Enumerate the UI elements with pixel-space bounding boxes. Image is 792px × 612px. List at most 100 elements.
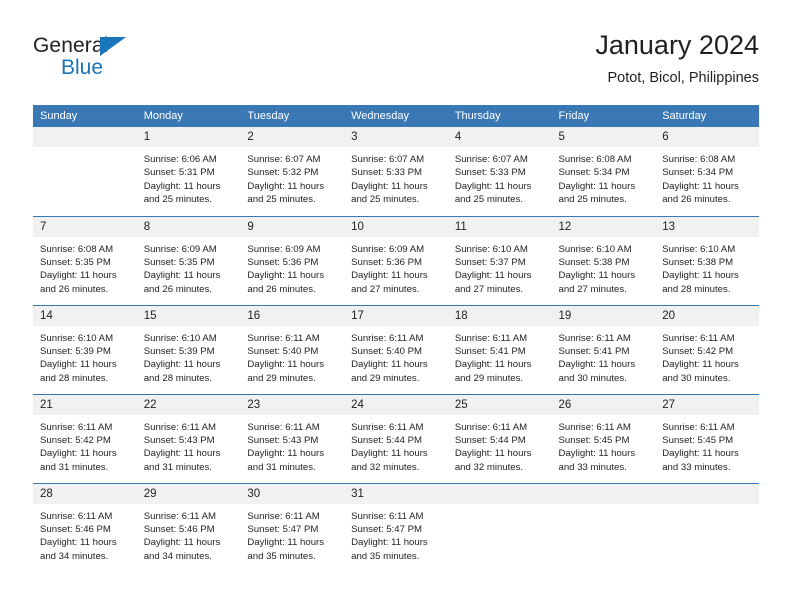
calendar-day-cell[interactable]: 12 Sunrise: 6:10 AM Sunset: 5:38 PM Dayl…	[551, 215, 656, 305]
sunrise-text: Sunrise: 6:11 AM	[351, 510, 424, 522]
day-number: 17	[344, 305, 448, 326]
day-info: Sunrise: 6:11 AM Sunset: 5:42 PM Dayligh…	[655, 326, 759, 386]
day-number: 16	[240, 305, 345, 326]
day-info: Sunrise: 6:11 AM Sunset: 5:46 PM Dayligh…	[137, 504, 241, 564]
sunrise-text: Sunrise: 6:11 AM	[247, 510, 320, 522]
calendar-day-cell[interactable]: 31 Sunrise: 6:11 AM Sunset: 5:47 PM Dayl…	[344, 482, 448, 572]
calendar-day-cell[interactable]: 17 Sunrise: 6:11 AM Sunset: 5:40 PM Dayl…	[344, 304, 448, 394]
daylight-text-1: Daylight: 11 hours	[351, 448, 428, 460]
daylight-text-2: and 28 minutes.	[40, 372, 109, 384]
day-number	[447, 483, 552, 504]
sunset-text: Sunset: 5:34 PM	[558, 167, 630, 179]
calendar-day-cell[interactable]: 16 Sunrise: 6:11 AM Sunset: 5:40 PM Dayl…	[240, 304, 345, 394]
day-info: Sunrise: 6:10 AM Sunset: 5:37 PM Dayligh…	[448, 237, 552, 297]
day-number: 5	[551, 127, 656, 147]
day-info: Sunrise: 6:09 AM Sunset: 5:36 PM Dayligh…	[344, 237, 448, 297]
day-number: 12	[551, 216, 656, 237]
weekday-header-row: Sunday Monday Tuesday Wednesday Thursday…	[33, 105, 759, 127]
daylight-text-2: and 27 minutes.	[351, 283, 420, 295]
calendar-day-cell[interactable]: 7 Sunrise: 6:08 AM Sunset: 5:35 PM Dayli…	[33, 215, 137, 305]
sunset-text: Sunset: 5:33 PM	[454, 167, 526, 179]
day-number: 8	[136, 216, 241, 237]
day-number: 31	[344, 483, 448, 504]
calendar-day-cell[interactable]: 23 Sunrise: 6:11 AM Sunset: 5:43 PM Dayl…	[240, 393, 345, 483]
calendar-day-cell[interactable]: 9 Sunrise: 6:09 AM Sunset: 5:36 PM Dayli…	[240, 215, 345, 305]
daylight-text-1: Daylight: 11 hours	[143, 448, 221, 460]
day-info: Sunrise: 6:11 AM Sunset: 5:45 PM Dayligh…	[552, 415, 656, 475]
calendar-day-cell[interactable]: 25 Sunrise: 6:11 AM Sunset: 5:44 PM Dayl…	[447, 393, 552, 483]
daylight-text-1: Daylight: 11 hours	[40, 359, 117, 371]
day-info: Sunrise: 6:07 AM Sunset: 5:33 PM Dayligh…	[448, 147, 552, 207]
day-number	[33, 127, 137, 147]
daylight-text-2: and 26 minutes.	[247, 283, 316, 295]
calendar-day-cell[interactable]: 24 Sunrise: 6:11 AM Sunset: 5:44 PM Dayl…	[344, 393, 448, 483]
sunset-text: Sunset: 5:39 PM	[143, 345, 215, 357]
day-info: Sunrise: 6:10 AM Sunset: 5:39 PM Dayligh…	[137, 326, 241, 386]
calendar-day-cell[interactable]: 19 Sunrise: 6:11 AM Sunset: 5:41 PM Dayl…	[551, 304, 656, 394]
calendar-day-cell[interactable]: 10 Sunrise: 6:09 AM Sunset: 5:36 PM Dayl…	[344, 215, 448, 305]
day-info: Sunrise: 6:08 AM Sunset: 5:34 PM Dayligh…	[552, 147, 656, 207]
daylight-text-1: Daylight: 11 hours	[143, 180, 221, 192]
day-info: Sunrise: 6:11 AM Sunset: 5:40 PM Dayligh…	[240, 326, 344, 386]
calendar-body: 1 Sunrise: 6:06 AM Sunset: 5:31 PM Dayli…	[33, 127, 759, 572]
calendar-day-cell[interactable]: 18 Sunrise: 6:11 AM Sunset: 5:41 PM Dayl…	[447, 304, 552, 394]
calendar-page: General Blue January 2024 Potot, Bicol, …	[0, 0, 792, 612]
calendar-day-cell[interactable]: 13 Sunrise: 6:10 AM Sunset: 5:38 PM Dayl…	[655, 215, 759, 305]
calendar-day-cell[interactable]: 2 Sunrise: 6:07 AM Sunset: 5:32 PM Dayli…	[240, 127, 345, 216]
sunrise-text: Sunrise: 6:11 AM	[662, 332, 735, 344]
calendar-day-cell[interactable]: 15 Sunrise: 6:10 AM Sunset: 5:39 PM Dayl…	[136, 304, 241, 394]
daylight-text-1: Daylight: 11 hours	[558, 448, 636, 460]
calendar-day-cell[interactable]: 28 Sunrise: 6:11 AM Sunset: 5:46 PM Dayl…	[33, 482, 137, 572]
weekday-header-thursday: Thursday	[447, 105, 552, 127]
calendar-day-cell[interactable]: 22 Sunrise: 6:11 AM Sunset: 5:43 PM Dayl…	[136, 393, 241, 483]
weekday-header-saturday: Saturday	[655, 105, 759, 127]
sunset-text: Sunset: 5:42 PM	[662, 345, 734, 357]
day-info: Sunrise: 6:11 AM Sunset: 5:45 PM Dayligh…	[655, 415, 759, 475]
day-number: 1	[136, 127, 241, 147]
calendar-day-cell[interactable]: 3 Sunrise: 6:07 AM Sunset: 5:33 PM Dayli…	[344, 127, 448, 216]
sunrise-text: Sunrise: 6:11 AM	[40, 510, 113, 522]
day-number: 7	[33, 216, 137, 237]
sunset-text: Sunset: 5:38 PM	[662, 256, 734, 268]
daylight-text-1: Daylight: 11 hours	[454, 359, 532, 371]
calendar-day-cell[interactable]: 21 Sunrise: 6:11 AM Sunset: 5:42 PM Dayl…	[33, 393, 137, 483]
weekday-header-tuesday: Tuesday	[240, 105, 345, 127]
sunrise-text: Sunrise: 6:07 AM	[351, 154, 425, 165]
sunrise-text: Sunrise: 6:07 AM	[454, 154, 528, 165]
daylight-text-1: Daylight: 11 hours	[143, 537, 221, 549]
daylight-text-1: Daylight: 11 hours	[247, 537, 325, 549]
calendar-day-cell[interactable]: 4 Sunrise: 6:07 AM Sunset: 5:33 PM Dayli…	[447, 127, 552, 216]
sunset-text: Sunset: 5:34 PM	[662, 167, 734, 179]
sunset-text: Sunset: 5:44 PM	[454, 434, 526, 446]
calendar-day-cell[interactable]: 6 Sunrise: 6:08 AM Sunset: 5:34 PM Dayli…	[655, 127, 759, 216]
sunset-text: Sunset: 5:33 PM	[351, 167, 423, 179]
calendar-day-cell	[447, 482, 552, 572]
calendar-day-cell[interactable]: 27 Sunrise: 6:11 AM Sunset: 5:45 PM Dayl…	[655, 393, 759, 483]
daylight-text-1: Daylight: 11 hours	[454, 270, 532, 282]
calendar-day-cell[interactable]: 8 Sunrise: 6:09 AM Sunset: 5:35 PM Dayli…	[136, 215, 241, 305]
daylight-text-2: and 31 minutes.	[247, 461, 316, 473]
calendar-day-cell[interactable]: 1 Sunrise: 6:06 AM Sunset: 5:31 PM Dayli…	[136, 127, 241, 216]
sunrise-text: Sunrise: 6:10 AM	[143, 332, 217, 344]
calendar-day-cell[interactable]: 14 Sunrise: 6:10 AM Sunset: 5:39 PM Dayl…	[33, 304, 137, 394]
day-info: Sunrise: 6:07 AM Sunset: 5:32 PM Dayligh…	[240, 147, 344, 207]
calendar-day-cell[interactable]: 5 Sunrise: 6:08 AM Sunset: 5:34 PM Dayli…	[551, 127, 656, 216]
daylight-text-2: and 26 minutes.	[662, 194, 731, 206]
calendar-day-cell[interactable]: 30 Sunrise: 6:11 AM Sunset: 5:47 PM Dayl…	[240, 482, 345, 572]
day-info: Sunrise: 6:10 AM Sunset: 5:39 PM Dayligh…	[33, 326, 137, 386]
weekday-header-monday: Monday	[136, 105, 241, 127]
calendar-day-cell[interactable]: 29 Sunrise: 6:11 AM Sunset: 5:46 PM Dayl…	[136, 482, 241, 572]
daylight-text-2: and 26 minutes.	[40, 283, 109, 295]
calendar-day-cell[interactable]: 20 Sunrise: 6:11 AM Sunset: 5:42 PM Dayl…	[655, 304, 759, 394]
sunset-text: Sunset: 5:45 PM	[558, 434, 630, 446]
sunset-text: Sunset: 5:36 PM	[247, 256, 319, 268]
day-info: Sunrise: 6:09 AM Sunset: 5:35 PM Dayligh…	[137, 237, 241, 297]
sunset-text: Sunset: 5:35 PM	[40, 256, 111, 268]
day-info: Sunrise: 6:09 AM Sunset: 5:36 PM Dayligh…	[240, 237, 344, 297]
calendar-day-cell[interactable]: 26 Sunrise: 6:11 AM Sunset: 5:45 PM Dayl…	[551, 393, 656, 483]
day-info	[552, 504, 656, 510]
daylight-text-1: Daylight: 11 hours	[558, 180, 636, 192]
general-blue-logo[interactable]: General Blue	[33, 34, 233, 90]
day-number: 3	[344, 127, 448, 147]
calendar-day-cell[interactable]: 11 Sunrise: 6:10 AM Sunset: 5:37 PM Dayl…	[447, 215, 552, 305]
